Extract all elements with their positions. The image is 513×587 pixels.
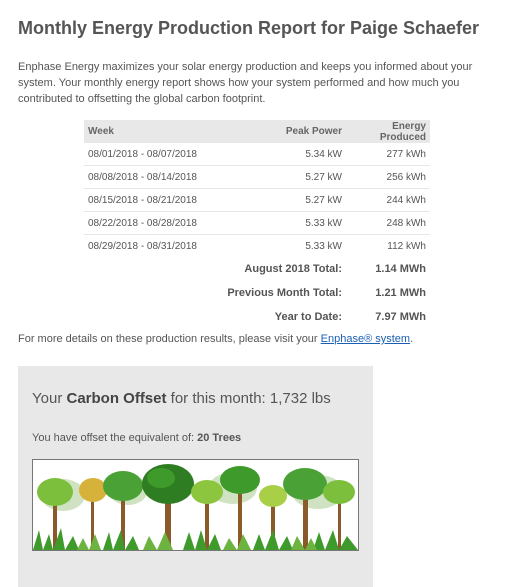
week-cell: 08/22/2018 - 08/28/2018 [84,211,242,235]
carbon-offset-panel: Your Carbon Offset for this month: 1,732… [18,366,373,587]
energy-cell: 248 kWh [346,211,430,235]
total-value: 7.97 MWh [375,311,426,323]
total-value: 1.14 MWh [375,263,426,275]
table-row: 08/15/2018 - 08/21/2018 5.27 kW 244 kWh [84,188,430,212]
peak-power-cell: 5.33 kW [242,211,346,235]
carbon-middle: for this month: [166,390,270,407]
table-row: 08/22/2018 - 08/28/2018 5.33 kW 248 kWh [84,211,430,235]
total-row-previous-month: Previous Month Total: 1.21 MWh [84,281,430,305]
carbon-offset-label: Carbon Offset [66,390,167,407]
offset-trees-value: 20 Trees [197,432,242,444]
peak-power-cell: 5.27 kW [242,165,346,189]
total-value: 1.21 MWh [375,287,426,299]
energy-cell: 112 kWh [346,234,430,257]
trees-icon [33,460,358,550]
table-row: 08/08/2018 - 08/14/2018 5.27 kW 256 kWh [84,165,430,189]
trees-illustration [32,459,359,551]
carbon-offset-value: 1,732 lbs [269,390,331,407]
intro-paragraph: Enphase Energy maximizes your solar ener… [18,61,473,105]
page-title: Monthly Energy Production Report for Pai… [18,18,480,38]
total-row-year-to-date: Year to Date: 7.97 MWh [84,305,430,329]
details-prefix: For more details on these production res… [18,333,321,345]
week-cell: 08/08/2018 - 08/14/2018 [84,165,242,189]
peak-power-cell: 5.34 kW [305,148,342,160]
total-label: August 2018 Total: [244,263,342,275]
week-cell: 08/29/2018 - 08/31/2018 [84,234,242,257]
table-row: 08/29/2018 - 08/31/2018 5.33 kW 112 kWh [84,234,430,257]
carbon-prefix: Your [32,390,67,407]
production-table: Week Peak Power Energy Produced 08/01/20… [84,120,430,329]
total-label: Previous Month Total: [227,287,342,299]
energy-cell: 277 kWh [386,148,426,160]
column-header-week: Week [84,120,242,143]
energy-cell: 256 kWh [346,165,430,189]
week-cell: 08/01/2018 - 08/07/2018 [88,148,197,160]
total-row-month: August 2018 Total: 1.14 MWh [84,257,430,281]
offset-equivalent: You have offset the equivalent of: 20 Tr… [32,432,241,444]
column-header-energy-produced: Energy Produced [346,120,430,143]
peak-power-cell: 5.33 kW [242,234,346,257]
total-label: Year to Date: [274,311,342,323]
column-header-peak-power: Peak Power [242,120,346,143]
table-row: 08/01/2018 - 08/07/2018 5.34 kW 277 kWh [84,143,430,166]
offset-prefix: You have offset the equivalent of: [32,432,198,444]
details-suffix: . [410,333,414,345]
enphase-system-link[interactable]: Enphase® system [321,333,410,345]
carbon-offset-heading: Your Carbon Offset for this month: 1,732… [32,390,331,407]
week-cell: 08/15/2018 - 08/21/2018 [84,188,242,212]
peak-power-cell: 5.27 kW [242,188,346,212]
details-text: For more details on these production res… [18,333,413,345]
table-header-row: Week Peak Power Energy Produced [84,120,430,143]
energy-cell: 244 kWh [346,188,430,212]
